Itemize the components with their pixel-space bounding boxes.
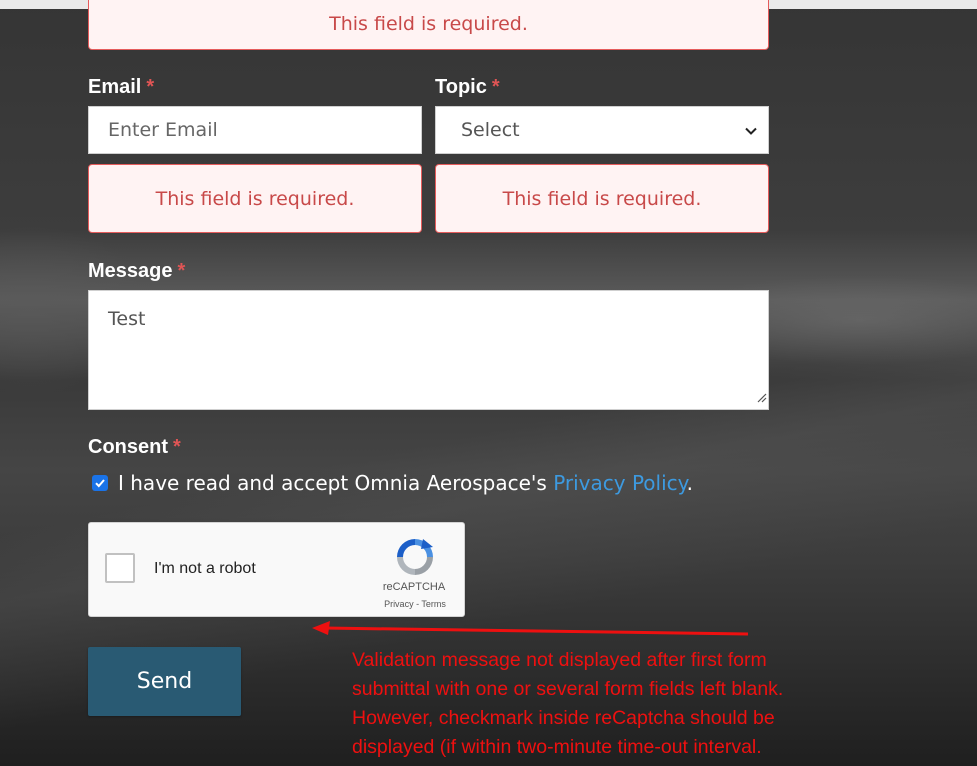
checkmark-icon [95, 479, 105, 488]
annotation-line: submittal with one or several form field… [352, 678, 784, 700]
resize-handle-icon[interactable] [756, 386, 767, 408]
message-textarea[interactable]: Test [88, 290, 769, 410]
recaptcha-privacy-link[interactable]: Privacy [384, 599, 414, 609]
recaptcha-label: I'm not a robot [154, 560, 256, 577]
consent-row: I have read and accept Omnia Aerospace's… [92, 471, 693, 495]
send-button[interactable]: Send [88, 647, 241, 716]
email-input[interactable]: Enter Email [88, 106, 422, 154]
required-asterisk: * [177, 260, 186, 282]
recaptcha-checkbox[interactable] [105, 553, 135, 583]
consent-label-text: Consent [88, 436, 168, 458]
annotation-line: Validation message not displayed after f… [352, 649, 767, 671]
message-value: Test [108, 308, 146, 330]
topic-error-message: This field is required. [435, 164, 769, 233]
privacy-policy-link[interactable]: Privacy Policy [553, 471, 686, 495]
required-asterisk: * [146, 76, 155, 98]
recaptcha-terms-link[interactable]: Terms [421, 599, 446, 609]
recaptcha-widget: I'm not a robot reCAPTCHA Privacy - Term… [88, 522, 465, 617]
consent-text-after: . [686, 471, 693, 495]
required-asterisk: * [491, 76, 500, 98]
message-label: Message * [88, 260, 185, 283]
email-label-text: Email [88, 76, 142, 98]
topic-select[interactable]: Select [435, 106, 769, 154]
recaptcha-brand: reCAPTCHA [382, 581, 446, 593]
topic-label-text: Topic [435, 76, 487, 98]
consent-checkbox[interactable] [92, 475, 108, 491]
email-label: Email * [88, 76, 154, 99]
topic-label: Topic * [435, 76, 500, 99]
chevron-down-icon [744, 121, 758, 143]
recaptcha-links: Privacy - Terms [373, 599, 457, 609]
required-asterisk: * [173, 436, 181, 458]
consent-text: I have read and accept Omnia Aerospace's… [118, 471, 693, 495]
consent-label: Consent * [88, 436, 181, 459]
topic-error-text: This field is required. [502, 187, 702, 210]
name-error-text: This field is required. [329, 13, 528, 35]
name-error-message: This field is required. [88, 0, 769, 50]
annotation-arrow-icon [300, 612, 760, 646]
consent-text-before: I have read and accept Omnia Aerospace's [118, 471, 554, 495]
annotation-note: Validation message not displayed after f… [352, 646, 912, 762]
annotation-line: displayed (if within two-minute time-out… [352, 736, 762, 758]
send-button-label: Send [136, 669, 193, 694]
message-label-text: Message [88, 260, 173, 282]
annotation-line: However, checkmark inside reCaptcha shou… [352, 707, 775, 729]
email-placeholder: Enter Email [108, 119, 218, 141]
topic-selected-value: Select [461, 119, 520, 141]
email-error-text: This field is required. [155, 187, 355, 210]
recaptcha-logo-icon [393, 535, 437, 583]
email-error-message: This field is required. [88, 164, 422, 233]
